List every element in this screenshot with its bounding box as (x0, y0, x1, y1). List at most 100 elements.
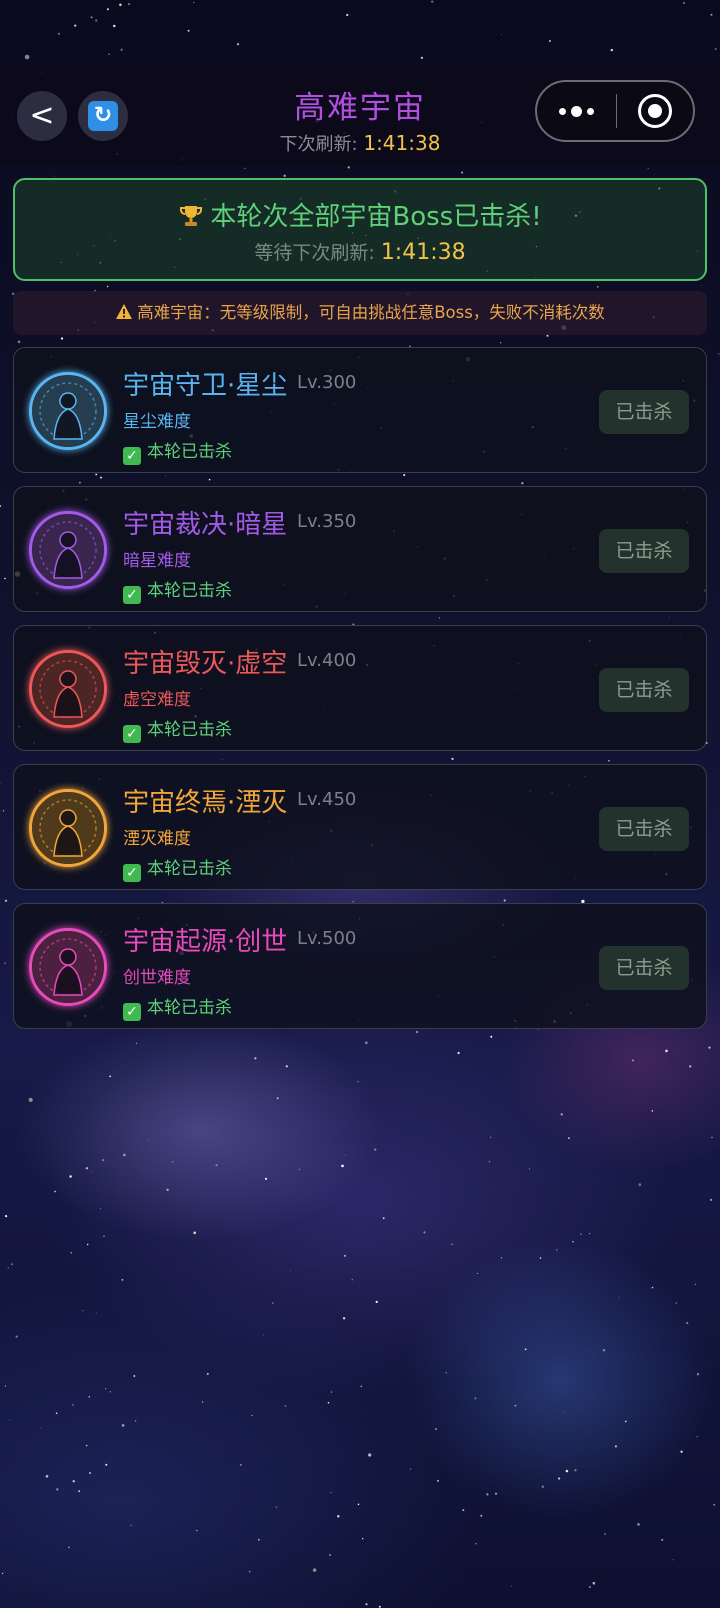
boss-status: ✓ 本轮已击杀 (123, 437, 232, 465)
star (568, 1137, 570, 1139)
star (588, 1233, 591, 1235)
star (451, 1243, 453, 1245)
star (134, 1420, 137, 1422)
star (614, 1445, 618, 1448)
boss-card[interactable]: 宇宙毁灭·虚空 Lv.400 虚空难度 ✓ 本轮已击杀 已击杀 (13, 625, 707, 751)
star (597, 286, 599, 288)
close-miniprogram-button[interactable] (617, 82, 693, 140)
star (135, 1042, 137, 1044)
check-icon: ✓ (123, 447, 141, 465)
star (276, 1097, 279, 1100)
star (327, 1401, 330, 1404)
boss-name: 宇宙裁决·暗星 (123, 510, 288, 540)
status-bar (0, 0, 720, 64)
star (329, 1554, 331, 1556)
star (2, 810, 5, 812)
killed-button[interactable]: 已击杀 (599, 390, 689, 434)
boss-list: 宇宙守卫·星尘 Lv.300 星尘难度 ✓ 本轮已击杀 已击杀 宇宙裁决·暗星 L… (13, 347, 707, 1042)
star (462, 1509, 465, 1512)
star (409, 1468, 412, 1470)
boss-card[interactable]: 宇宙裁决·暗星 Lv.350 暗星难度 ✓ 本轮已击杀 已击杀 (13, 486, 707, 612)
boss-card[interactable]: 宇宙守卫·星尘 Lv.300 星尘难度 ✓ 本轮已击杀 已击杀 (13, 347, 707, 473)
trophy-icon (180, 206, 203, 226)
boss-card[interactable]: 宇宙起源·创世 Lv.500 创世难度 ✓ 本轮已击杀 已击杀 (13, 903, 707, 1029)
star (109, 1391, 112, 1393)
star (541, 1485, 544, 1488)
star (357, 1080, 359, 1083)
star (54, 175, 56, 177)
star (718, 353, 720, 355)
star (345, 1154, 346, 1156)
star (546, 334, 549, 337)
star (524, 1348, 527, 1351)
boss-difficulty: 创世难度 (123, 968, 191, 988)
star (166, 1188, 169, 1192)
star (298, 1168, 301, 1170)
star (283, 174, 286, 177)
boss-portrait (32, 653, 104, 725)
star (618, 1296, 620, 1298)
boss-name: 宇宙终焉·湮灭 (123, 788, 288, 818)
boss-difficulty: 星尘难度 (123, 412, 191, 432)
star (499, 342, 502, 344)
more-button[interactable] (537, 82, 616, 140)
star (263, 1334, 265, 1336)
star (344, 1255, 346, 1257)
star (711, 1136, 713, 1139)
star (665, 1049, 668, 1053)
more-dots-icon (559, 107, 566, 115)
star (360, 1385, 362, 1388)
star (4, 577, 6, 580)
star (4, 899, 8, 902)
boss-difficulty: 虚空难度 (123, 690, 191, 710)
star (637, 1523, 640, 1526)
star (85, 1167, 89, 1170)
boss-avatar (29, 928, 107, 1006)
star (7, 1267, 9, 1269)
star (148, 1138, 149, 1140)
star (102, 1159, 105, 1162)
killed-button[interactable]: 已击杀 (599, 529, 689, 573)
star (69, 1175, 72, 1178)
star (0, 505, 2, 507)
boss-status: ✓ 本轮已击杀 (123, 576, 232, 604)
star (275, 1506, 278, 1509)
star (130, 1524, 132, 1527)
boss-status-text: 本轮已击杀 (147, 442, 232, 462)
star (357, 1503, 360, 1506)
star (713, 1503, 716, 1506)
star (701, 285, 703, 287)
star (206, 1372, 209, 1375)
boss-status: ✓ 本轮已击杀 (123, 715, 232, 743)
killed-button[interactable]: 已击杀 (599, 668, 689, 712)
killed-button[interactable]: 已击杀 (599, 946, 689, 990)
killed-button[interactable]: 已击杀 (599, 807, 689, 851)
star (248, 1570, 251, 1573)
star (45, 1475, 49, 1478)
star (95, 1312, 97, 1314)
star (215, 1164, 218, 1167)
refresh-label: 下次刷新: (279, 134, 364, 155)
boss-level: Lv.300 (297, 372, 357, 393)
star (72, 1404, 74, 1406)
star (123, 1153, 126, 1157)
star (661, 1538, 664, 1541)
boss-level: Lv.350 (297, 511, 357, 532)
boss-card[interactable]: 宇宙终焉·湮灭 Lv.450 湮灭难度 ✓ 本轮已击杀 已击杀 (13, 764, 707, 890)
star (347, 166, 350, 169)
star (368, 1453, 372, 1457)
check-icon: ✓ (123, 1003, 141, 1021)
star (54, 1190, 56, 1193)
star (476, 1272, 478, 1274)
more-dots-icon-right (587, 107, 594, 115)
rule-notice: 高难宇宙：无等级限制，可自由挑战任意Boss，失败不消耗次数 (13, 291, 707, 335)
star (4, 1385, 7, 1387)
header-bar: < ↻ 高难宇宙 下次刷新: 1:41:38 (0, 64, 720, 166)
star (486, 1493, 489, 1496)
star (514, 1404, 517, 1407)
star (694, 1283, 697, 1285)
star (342, 1317, 346, 1320)
check-icon: ✓ (123, 725, 141, 743)
star (254, 1057, 257, 1060)
star (382, 1217, 385, 1220)
